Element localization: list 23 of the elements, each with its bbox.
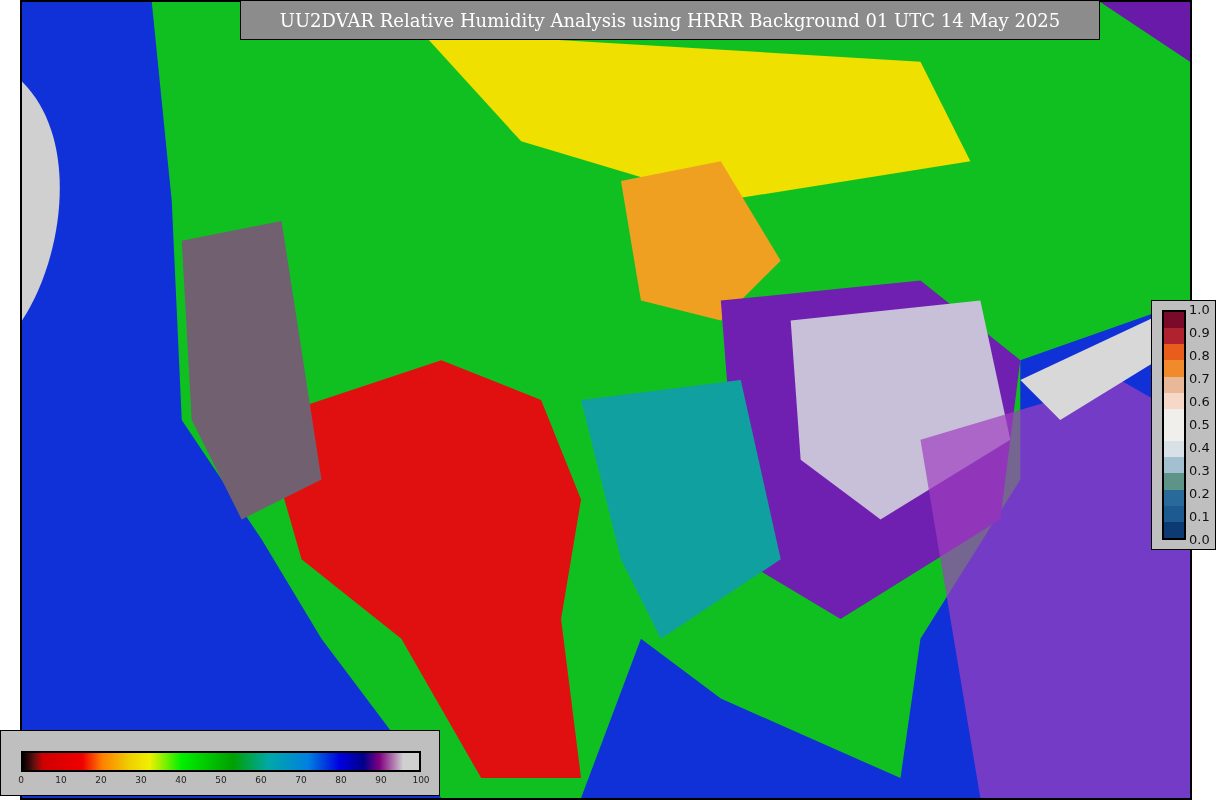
colorbar-tick-label: 10 (55, 774, 67, 787)
colorbar-tick-label: 1.0 (1189, 303, 1210, 317)
colorbar-tick-label: 0.3 (1189, 464, 1210, 478)
colorbar-tick-label: 70 (295, 774, 307, 787)
colorbar-tick-label: 40 (175, 774, 187, 787)
colorbar-tick-label: 0.6 (1189, 395, 1210, 409)
colorbar-tick-label: 0 (18, 774, 24, 787)
colorbar-tick-label: 0.1 (1189, 510, 1210, 524)
colorbar-tick-label: 80 (335, 774, 347, 787)
colorbar-tick-label: 0.8 (1189, 349, 1210, 363)
colorbar-tick-label: 0.5 (1189, 418, 1210, 432)
colorbar-tick-label: 30 (135, 774, 147, 787)
colorbar-tick-label: 0.7 (1189, 372, 1210, 386)
colorbar-tick-label: 20 (95, 774, 107, 787)
colorbar-tick-label: 90 (375, 774, 387, 787)
colorbar-tick-label: 0.2 (1189, 487, 1210, 501)
colorbar-tick-label: 100 (412, 774, 430, 787)
colorbar-tick-label: 0.4 (1189, 441, 1210, 455)
colorbar-tick-label: 0.0 (1189, 533, 1210, 547)
colorbar-tick-label: 50 (215, 774, 227, 787)
colorbar-tick-label: 60 (255, 774, 267, 787)
map-title: UU2DVAR Relative Humidity Analysis using HRRR Background 01 UTC 14 May 2025 (240, 0, 1100, 40)
colorbar-tick-label: 0.9 (1189, 326, 1210, 340)
